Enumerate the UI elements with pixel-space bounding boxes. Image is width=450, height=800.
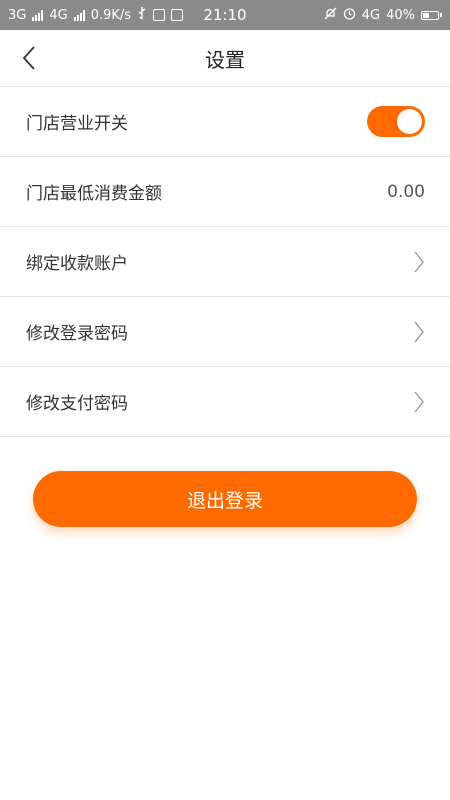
network-type-2: 4G (49, 7, 68, 23)
settings-list: 门店营业开关 门店最低消费金额 0.00 绑定收款账户 修改登录密码 修改支付密… (0, 87, 450, 437)
network-type-3: 4G (361, 7, 381, 23)
page-title: 设置 (205, 47, 245, 72)
status-left: 3G 4G 0.9K/s (8, 6, 184, 24)
change-pay-password-row[interactable]: 修改支付密码 (0, 367, 450, 437)
silent-bell-icon (324, 7, 337, 24)
usb-icon (137, 6, 147, 24)
chevron-left-icon (22, 46, 35, 70)
store-open-label: 门店营业开关 (26, 114, 128, 134)
store-open-row: 门店营业开关 (0, 87, 450, 157)
network-type-1: 3G (8, 7, 27, 23)
chevron-right-icon (414, 251, 424, 272)
network-speed: 0.9K/s (90, 7, 132, 23)
change-pay-password-label: 修改支付密码 (26, 394, 128, 414)
battery-percent: 40% (386, 7, 415, 23)
logout-button[interactable]: 退出登录 (33, 471, 417, 527)
chevron-right-icon (414, 321, 424, 342)
status-right: 4G 40% (324, 7, 442, 24)
min-spend-row[interactable]: 门店最低消费金额 0.00 (0, 157, 450, 227)
logout-section: 退出登录 (0, 437, 450, 527)
signal-icon (32, 9, 44, 21)
alarm-icon (343, 7, 356, 24)
battery-icon (421, 10, 442, 20)
chevron-right-icon (414, 391, 424, 412)
min-spend-value: 0.00 (387, 181, 425, 202)
app-notification-icon (171, 9, 184, 21)
bind-account-label: 绑定收款账户 (26, 254, 128, 274)
app-notification-icon (153, 9, 166, 21)
toggle-knob (397, 109, 422, 134)
signal-icon (73, 9, 85, 21)
change-login-password-row[interactable]: 修改登录密码 (0, 297, 450, 367)
bind-account-row[interactable]: 绑定收款账户 (0, 227, 450, 297)
change-login-password-label: 修改登录密码 (26, 324, 128, 344)
store-open-toggle[interactable] (367, 106, 425, 137)
back-button[interactable] (14, 42, 44, 74)
min-spend-label: 门店最低消费金额 (26, 184, 162, 204)
status-bar: 3G 4G 0.9K/s 21:10 4G 40% (0, 0, 450, 30)
nav-bar: 设置 (0, 30, 450, 87)
